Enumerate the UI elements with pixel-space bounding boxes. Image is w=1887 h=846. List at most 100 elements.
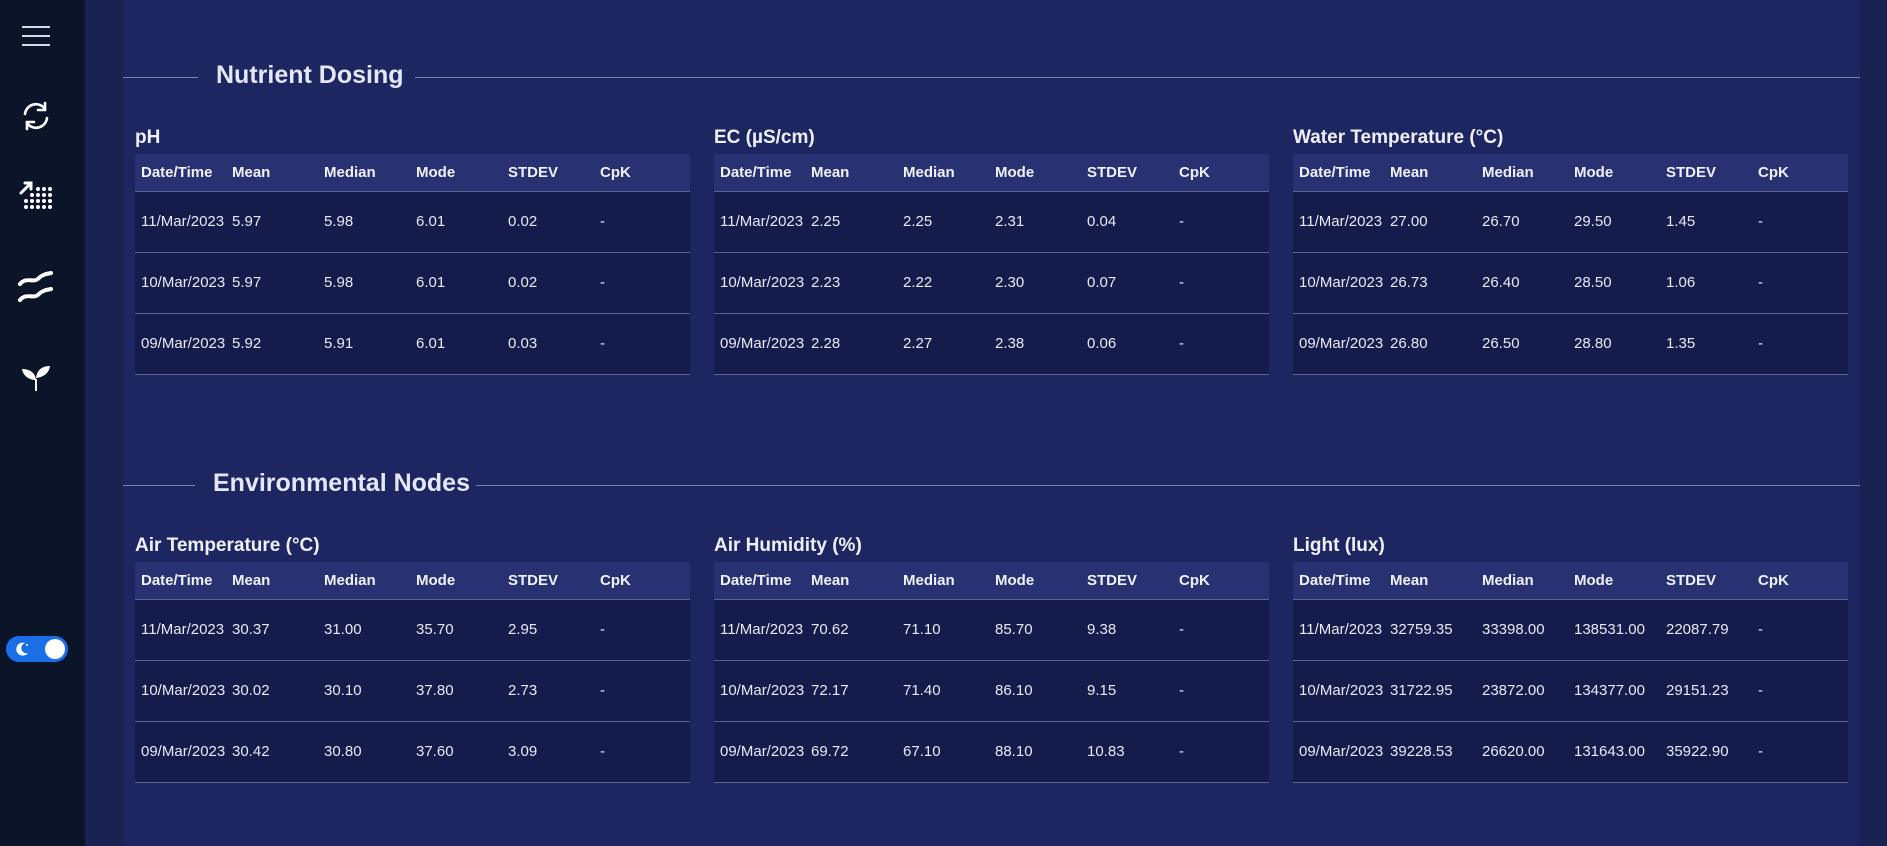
value-cell: 29.50	[1574, 213, 1612, 230]
column-header[interactable]: Mode	[1568, 154, 1660, 191]
column-header[interactable]: Mode	[1568, 562, 1660, 599]
trend-dots-icon[interactable]	[15, 174, 57, 216]
value-cell: 26.73	[1390, 274, 1428, 291]
column-header[interactable]: Date/Time	[1293, 562, 1384, 599]
date-cell: 09/Mar/2023	[141, 743, 226, 760]
value-cell: 2.95	[508, 621, 538, 638]
value-cell: 5.91	[324, 335, 354, 352]
value-cell: 2.25	[903, 213, 933, 230]
section-header-nutrient-dosing: Nutrient Dosing	[123, 57, 1860, 97]
value-cell: -	[600, 682, 605, 699]
column-header[interactable]: Median	[897, 562, 989, 599]
menu-icon[interactable]	[15, 15, 57, 57]
column-header[interactable]: Mean	[226, 154, 318, 191]
date-cell: 10/Mar/2023	[720, 274, 805, 291]
table-row: 11/Mar/2023 2.25 2.25 2.31 0.04 -	[714, 191, 1269, 252]
column-header[interactable]: STDEV	[502, 562, 594, 599]
value-cell: 35.70	[416, 621, 454, 638]
value-cell: -	[1179, 743, 1184, 760]
theme-toggle[interactable]	[6, 636, 68, 662]
panel-ph: pH Date/Time Mean Median Mode STDEV CpK 11/Mar/…	[135, 122, 690, 375]
column-header[interactable]: Mean	[805, 562, 897, 599]
wave-icon[interactable]	[15, 266, 57, 308]
value-cell: 28.80	[1574, 335, 1612, 352]
table-header-row: Date/Time Mean Median Mode STDEV CpK	[135, 154, 690, 191]
column-header[interactable]: Median	[897, 154, 989, 191]
divider	[476, 485, 1860, 486]
value-cell: 3.09	[508, 743, 538, 760]
table-row: 11/Mar/2023 30.37 31.00 35.70 2.95 -	[135, 599, 690, 660]
sprout-icon[interactable]	[15, 356, 57, 398]
date-cell: 09/Mar/2023	[1299, 335, 1384, 352]
value-cell: 5.97	[232, 274, 262, 291]
column-header[interactable]: Mode	[989, 154, 1081, 191]
value-cell: 6.01	[416, 213, 446, 230]
refresh-icon[interactable]	[15, 95, 57, 137]
toggle-knob	[45, 639, 65, 659]
column-header[interactable]: Date/Time	[714, 562, 805, 599]
column-header[interactable]: Median	[318, 562, 410, 599]
value-cell: 71.10	[903, 621, 941, 638]
value-cell: 39228.53	[1390, 743, 1453, 760]
stats-table: Date/Time Mean Median Mode STDEV CpK 11/Mar/20…	[135, 154, 690, 375]
column-header[interactable]: STDEV	[1660, 154, 1752, 191]
column-header[interactable]: Date/Time	[135, 154, 226, 191]
value-cell: 10.83	[1087, 743, 1125, 760]
column-header[interactable]: Median	[1476, 154, 1568, 191]
value-cell: 26.70	[1482, 213, 1520, 230]
stats-table: Date/Time Mean Median Mode STDEV CpK 11/Mar/20…	[1293, 562, 1848, 783]
value-cell: 33398.00	[1482, 621, 1545, 638]
value-cell: -	[1758, 335, 1763, 352]
date-cell: 11/Mar/2023	[720, 621, 804, 638]
column-header[interactable]: CpK	[1173, 562, 1269, 599]
value-cell: 35922.90	[1666, 743, 1729, 760]
column-header[interactable]: Median	[1476, 562, 1568, 599]
column-header[interactable]: Mean	[805, 154, 897, 191]
sidebar	[0, 0, 85, 846]
table-header-row: Date/Time Mean Median Mode STDEV CpK	[714, 154, 1269, 191]
value-cell: 1.35	[1666, 335, 1696, 352]
value-cell: 30.42	[232, 743, 270, 760]
column-header[interactable]: Median	[318, 154, 410, 191]
column-header[interactable]: STDEV	[1081, 562, 1173, 599]
value-cell: 69.72	[811, 743, 849, 760]
column-header[interactable]: CpK	[1752, 562, 1848, 599]
value-cell: 2.23	[811, 274, 841, 291]
date-cell: 11/Mar/2023	[1299, 213, 1383, 230]
value-cell: 37.60	[416, 743, 454, 760]
column-header[interactable]: STDEV	[1660, 562, 1752, 599]
column-header[interactable]: Mean	[1384, 154, 1476, 191]
column-header[interactable]: Mean	[1384, 562, 1476, 599]
column-header[interactable]: CpK	[1752, 154, 1848, 191]
stats-table: Date/Time Mean Median Mode STDEV CpK 11/Mar/20…	[714, 562, 1269, 783]
column-header[interactable]: Mode	[989, 562, 1081, 599]
table-row: 11/Mar/2023 70.62 71.10 85.70 9.38 -	[714, 599, 1269, 660]
date-cell: 10/Mar/2023	[720, 682, 805, 699]
column-header[interactable]: CpK	[594, 562, 690, 599]
value-cell: 2.31	[995, 213, 1025, 230]
column-header[interactable]: Mean	[226, 562, 318, 599]
value-cell: -	[1179, 335, 1184, 352]
value-cell: 27.00	[1390, 213, 1428, 230]
column-header[interactable]: Mode	[410, 154, 502, 191]
table-header-row: Date/Time Mean Median Mode STDEV CpK	[1293, 562, 1848, 599]
value-cell: 30.10	[324, 682, 362, 699]
value-cell: 85.70	[995, 621, 1033, 638]
date-cell: 09/Mar/2023	[1299, 743, 1384, 760]
value-cell: 30.02	[232, 682, 270, 699]
column-header[interactable]: STDEV	[1081, 154, 1173, 191]
column-header[interactable]: CpK	[1173, 154, 1269, 191]
column-header[interactable]: CpK	[594, 154, 690, 191]
value-cell: -	[600, 274, 605, 291]
column-header[interactable]: STDEV	[502, 154, 594, 191]
column-header[interactable]: Date/Time	[714, 154, 805, 191]
column-header[interactable]: Date/Time	[135, 562, 226, 599]
section-header-environmental-nodes: Environmental Nodes	[123, 465, 1860, 505]
table-row: 10/Mar/2023 31722.95 23872.00 134377.00 2915…	[1293, 660, 1848, 721]
value-cell: 6.01	[416, 335, 446, 352]
table-header-row: Date/Time Mean Median Mode STDEV CpK	[135, 562, 690, 599]
column-header[interactable]: Date/Time	[1293, 154, 1384, 191]
value-cell: 138531.00	[1574, 621, 1645, 638]
column-header[interactable]: Mode	[410, 562, 502, 599]
main-content: Nutrient Dosing Environmental Nodes pH Da…	[123, 0, 1860, 846]
